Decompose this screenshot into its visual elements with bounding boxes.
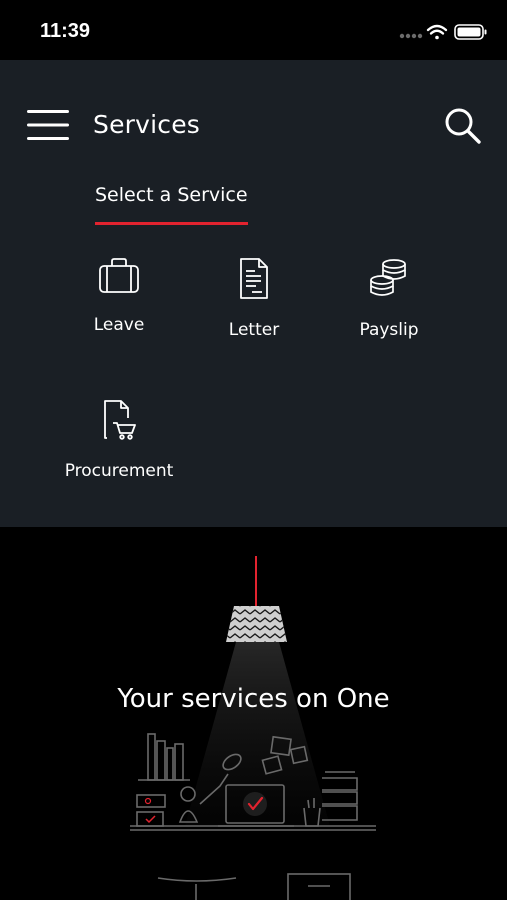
tab-label: Select a Service (95, 184, 248, 206)
signal-dots-icon (399, 33, 423, 39)
services-panel: Services Select a Service Leave Letter P… (0, 60, 507, 527)
search-icon (445, 108, 481, 144)
service-letter[interactable]: Letter (184, 257, 324, 357)
tab-select-a-service[interactable]: Select a Service (95, 182, 248, 227)
hamburger-menu-icon (27, 110, 69, 140)
service-payslip[interactable]: Payslip (319, 257, 459, 357)
tab-active-indicator (95, 222, 248, 225)
battery-icon (454, 24, 487, 40)
status-bar: 11:39 (0, 0, 507, 60)
document-cart-icon (104, 400, 136, 440)
pendant-lamp-icon (226, 606, 287, 642)
service-label: Letter (228, 320, 280, 340)
wifi-icon (426, 24, 448, 40)
status-icons (397, 20, 489, 44)
office-desk-illustration (130, 556, 376, 900)
service-label: Procurement (64, 461, 174, 481)
service-label: Leave (93, 315, 145, 335)
coins-icon (370, 259, 406, 296)
page-title: Services (93, 110, 201, 139)
status-time: 11:39 (40, 20, 91, 42)
menu-button[interactable] (27, 108, 69, 142)
service-label: Payslip (359, 320, 419, 340)
briefcase-icon (99, 258, 139, 293)
service-leave[interactable]: Leave (49, 255, 189, 355)
document-icon (240, 258, 268, 299)
service-procurement[interactable]: Procurement (49, 398, 189, 498)
hero-title: Your services on One (117, 684, 390, 714)
search-button[interactable] (444, 107, 482, 145)
